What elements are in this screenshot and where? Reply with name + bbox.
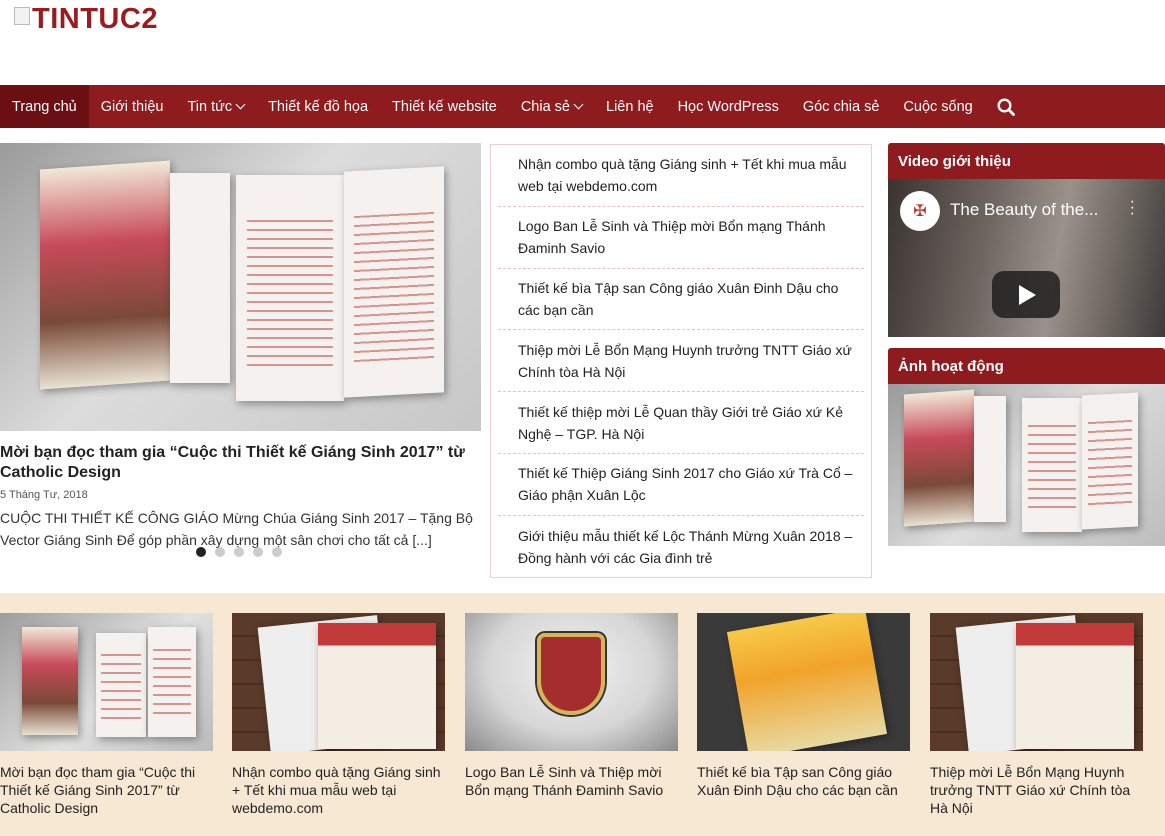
card-paper (318, 623, 436, 749)
slider-dot[interactable] (196, 547, 206, 557)
search-button[interactable] (985, 85, 1027, 128)
post-card[interactable]: Mời bạn đọc tham gia “Cuộc thi Thiết kế … (0, 613, 213, 817)
slide-excerpt: CUỘC THI THIẾT KẾ CÔNG GIÁO Mừng Chúa Gi… (0, 510, 473, 548)
site-logo[interactable]: TINTUC2 (14, 2, 158, 35)
nav-item-graphic-design[interactable]: Thiết kế đồ họa (256, 85, 380, 128)
search-icon (997, 97, 1015, 116)
card-title[interactable]: Thiết kế bìa Tập san Công giáo Xuân Đinh… (697, 763, 910, 799)
site-logo-text: TINTUC2 (32, 2, 158, 35)
brochure-fold (974, 396, 1006, 522)
list-item[interactable]: Giới thiệu mẫu thiết kế Lộc Thánh Mừng X… (498, 516, 864, 578)
activity-photo[interactable] (888, 384, 1165, 546)
list-item[interactable]: Thiết kế thiệp mời Lễ Quan thầy Giới trẻ… (498, 392, 864, 454)
brochure-page (236, 175, 344, 401)
nav-label: Giới thiệu (100, 98, 164, 115)
nav-label: Tin tức (187, 98, 233, 115)
card-title[interactable]: Thiệp mời Lễ Bổn Mạng Huynh trưởng TNTT … (930, 763, 1143, 817)
list-item[interactable]: Logo Ban Lễ Sinh và Thiệp mời Bổn mạng T… (498, 207, 864, 269)
slider-dot[interactable] (272, 547, 282, 557)
card-title[interactable]: Logo Ban Lễ Sinh và Thiệp mời Bổn mạng T… (465, 763, 678, 799)
nav-label: Chia sẻ (520, 98, 570, 115)
nav-item-learn-wordpress[interactable]: Học WordPress (666, 85, 791, 128)
brochure-page (96, 633, 146, 737)
nav-label: Học WordPress (677, 98, 779, 115)
card-thumbnail[interactable] (465, 613, 678, 751)
card-thumbnail[interactable] (232, 613, 445, 751)
card-thumbnail[interactable] (697, 613, 910, 751)
nav-item-web-design[interactable]: Thiết kế website (380, 85, 509, 128)
main-nav: Trang chủ Giới thiệu Tin tức Thiết kế đồ… (0, 85, 1165, 128)
brochure-page (148, 627, 196, 737)
list-item[interactable]: Thiệp mời Lễ Bổn Mạng Huynh trưởng TNTT … (498, 330, 864, 393)
more-options-icon[interactable]: · · · (1130, 194, 1135, 222)
nav-item-share[interactable]: Chia sẻ (509, 85, 594, 128)
post-card[interactable]: Thiết kế bìa Tập san Công giáo Xuân Đinh… (697, 613, 910, 799)
chevron-down-icon (235, 99, 246, 110)
nav-label: Cuộc sống (903, 98, 973, 115)
list-item[interactable]: Thiết kế bìa Tập san Công giáo Xuân Đinh… (498, 269, 864, 331)
brochure-page (344, 166, 444, 398)
broken-image-icon (14, 7, 30, 25)
nav-item-life[interactable]: Cuộc sống (891, 85, 984, 128)
nav-item-about[interactable]: Giới thiệu (89, 85, 176, 128)
slider-dot[interactable] (215, 547, 225, 557)
slide-date: 5 Tháng Tư, 2018 (0, 489, 88, 501)
nav-label: Liên hệ (606, 98, 654, 115)
post-card[interactable]: Nhận combo quà tặng Giáng sinh + Tết khi… (232, 613, 445, 817)
nav-label: Góc chia sẻ (802, 98, 880, 115)
shield-logo (537, 633, 605, 715)
nav-item-share-corner[interactable]: Góc chia sẻ (791, 85, 892, 128)
nav-label: Trang chủ (12, 98, 77, 115)
nav-label: Thiết kế đồ họa (268, 98, 369, 115)
brochure-cover (40, 160, 170, 390)
photo-widget: Ảnh hoạt động (888, 348, 1165, 546)
card-thumbnail[interactable] (930, 613, 1143, 751)
brochure-cover (22, 627, 78, 735)
widget-title: Ảnh hoạt động (888, 348, 1165, 384)
brochure-page (1022, 398, 1082, 532)
video-title[interactable]: The Beauty of the... (950, 200, 1098, 220)
chevron-down-icon (573, 99, 584, 110)
brochure-fold (170, 173, 230, 383)
nav-item-contact[interactable]: Liên hệ (594, 85, 666, 128)
post-card[interactable]: Logo Ban Lễ Sinh và Thiệp mời Bổn mạng T… (465, 613, 678, 799)
nav-item-news[interactable]: Tin tức (175, 85, 256, 128)
brochure-cover (904, 389, 974, 527)
slide-title[interactable]: Mời bạn đọc tham gia “Cuộc thi Thiết kế … (0, 443, 481, 483)
card-title[interactable]: Mời bạn đọc tham gia “Cuộc thi Thiết kế … (0, 763, 213, 817)
list-item[interactable]: Thiết kế Thiệp Giáng Sinh 2017 cho Giáo … (498, 454, 864, 516)
card-thumbnail[interactable] (0, 613, 213, 751)
card-paper (1016, 623, 1134, 749)
video-player[interactable]: ✠ The Beauty of the... · · · (888, 179, 1165, 337)
widget-title: Video giới thiệu (888, 143, 1165, 179)
post-card[interactable]: Thiệp mời Lễ Bổn Mạng Huynh trưởng TNTT … (930, 613, 1143, 817)
play-icon[interactable] (992, 271, 1060, 318)
video-widget: Video giới thiệu ✠ The Beauty of the... … (888, 143, 1165, 337)
card-title[interactable]: Nhận combo quà tặng Giáng sinh + Tết khi… (232, 763, 445, 817)
featured-slider: Mời bạn đọc tham gia “Cuộc thi Thiết kế … (0, 143, 481, 551)
slider-dots (196, 547, 282, 557)
brochure-page (1082, 392, 1138, 530)
slider-dot[interactable] (253, 547, 263, 557)
magazine-cover (726, 613, 888, 751)
channel-avatar[interactable]: ✠ (900, 191, 940, 231)
nav-item-home[interactable]: Trang chủ (0, 85, 89, 128)
nav-label: Thiết kế website (392, 98, 497, 115)
slide-image[interactable] (0, 143, 481, 431)
list-item[interactable]: Nhận combo quà tặng Giáng sinh + Tết khi… (498, 145, 864, 207)
slider-dot[interactable] (234, 547, 244, 557)
post-list: Nhận combo quà tặng Giáng sinh + Tết khi… (490, 144, 872, 578)
